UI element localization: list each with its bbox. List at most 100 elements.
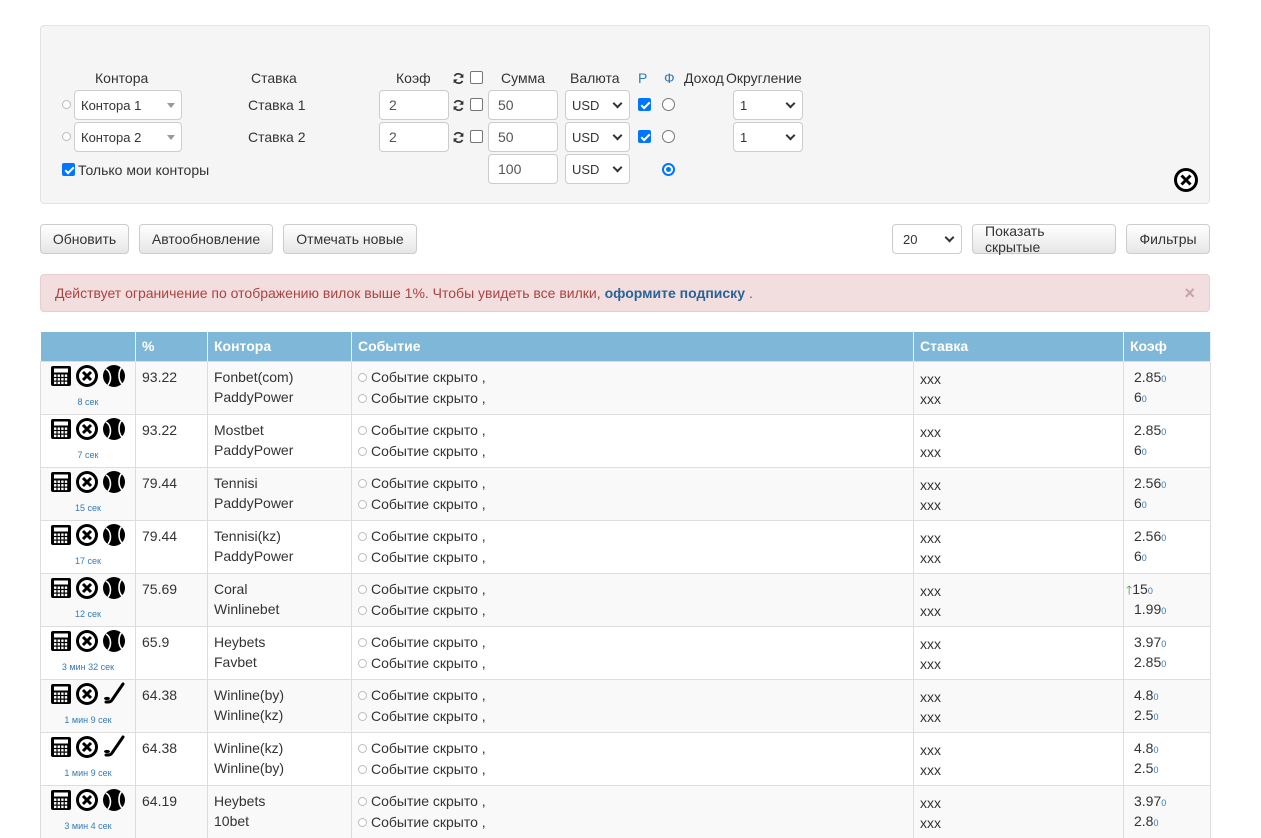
calculator-icon[interactable] xyxy=(50,789,72,816)
f-2-radio[interactable] xyxy=(662,130,675,143)
alert-close-icon[interactable]: × xyxy=(1184,283,1195,304)
coef-value[interactable]: 2.56 xyxy=(1134,473,1161,493)
event-radio[interactable] xyxy=(358,372,367,382)
bookmaker-name[interactable]: Winlinebet xyxy=(214,599,345,619)
hide-icon[interactable] xyxy=(75,364,99,393)
bookmaker-name[interactable]: Winline(by) xyxy=(214,758,345,778)
event-radio[interactable] xyxy=(358,499,367,509)
p-2-checkbox[interactable] xyxy=(638,130,651,143)
bookmaker-name[interactable]: Winline(kz) xyxy=(214,738,345,758)
show-hidden-button[interactable]: Показать скрытые xyxy=(972,223,1116,255)
refresh-button[interactable]: Обновить xyxy=(40,224,129,254)
bookmaker-1-radio[interactable] xyxy=(62,100,71,109)
bookmaker-name[interactable]: Tennisi xyxy=(214,473,345,493)
event-radio[interactable] xyxy=(358,637,367,647)
bookmaker-name[interactable]: Winline(kz) xyxy=(214,705,345,725)
bookmaker-name[interactable]: PaddyPower xyxy=(214,546,345,566)
refresh-icon[interactable] xyxy=(452,99,465,112)
refresh-icon[interactable] xyxy=(452,131,465,144)
coef-value[interactable]: 4.8 xyxy=(1134,685,1153,705)
event-radio[interactable] xyxy=(358,531,367,541)
event-radio[interactable] xyxy=(358,605,367,615)
event-radio[interactable] xyxy=(358,764,367,774)
bookmaker-name[interactable]: Tennisi(kz) xyxy=(214,526,345,546)
bookmaker-name[interactable]: Winline(by) xyxy=(214,685,345,705)
rounding-1-select[interactable]: 1 xyxy=(733,90,803,120)
bookmaker-name[interactable]: Mostbet xyxy=(214,420,345,440)
coef-value[interactable]: 2.8 xyxy=(1134,811,1153,831)
coef-value[interactable]: 6 xyxy=(1134,493,1142,513)
total-sum-input[interactable]: 100 xyxy=(488,154,558,184)
calculator-icon[interactable] xyxy=(50,418,72,445)
coef-value[interactable]: 3.97 xyxy=(1134,632,1161,652)
sum-2-input[interactable]: 50 xyxy=(488,122,558,152)
page-size-select[interactable]: 20 xyxy=(892,224,962,254)
mark-new-button[interactable]: Отмечать новые xyxy=(283,224,417,254)
coef-value[interactable]: 2.85 xyxy=(1134,367,1161,387)
bookmaker-name[interactable]: Coral xyxy=(214,579,345,599)
refresh-icon[interactable] xyxy=(452,72,465,85)
close-calculator-icon[interactable] xyxy=(1173,167,1199,193)
bookmaker-1-select[interactable]: Контора 1 xyxy=(74,90,182,120)
calculator-icon[interactable] xyxy=(50,630,72,657)
auto-refresh-button[interactable]: Автообновление xyxy=(139,224,273,254)
f-1-radio[interactable] xyxy=(662,98,675,111)
event-radio[interactable] xyxy=(358,552,367,562)
bookmaker-name[interactable]: PaddyPower xyxy=(214,387,345,407)
event-radio[interactable] xyxy=(358,658,367,668)
coef-value[interactable]: 2.85 xyxy=(1134,652,1161,672)
coef-value[interactable]: 2.85 xyxy=(1134,420,1161,440)
subscribe-link[interactable]: оформите подписку xyxy=(605,285,745,301)
calculator-icon[interactable] xyxy=(50,524,72,551)
event-radio[interactable] xyxy=(358,817,367,827)
sum-1-input[interactable]: 50 xyxy=(488,90,558,120)
calculator-icon[interactable] xyxy=(50,365,72,392)
coef-value[interactable]: 6 xyxy=(1134,546,1142,566)
bookmaker-name[interactable]: Favbet xyxy=(214,652,345,672)
currency-1-select[interactable]: USD xyxy=(565,90,630,120)
calculator-icon[interactable] xyxy=(50,577,72,604)
event-radio[interactable] xyxy=(358,690,367,700)
event-radio[interactable] xyxy=(358,393,367,403)
event-radio[interactable] xyxy=(358,796,367,806)
coef-value[interactable]: 2.5 xyxy=(1134,705,1153,725)
coef-all-checkbox[interactable] xyxy=(470,71,483,84)
coef-2-checkbox[interactable] xyxy=(470,130,483,143)
event-radio[interactable] xyxy=(358,478,367,488)
calculator-icon[interactable] xyxy=(50,683,72,710)
coef-2-input[interactable]: 2 xyxy=(379,122,449,152)
bookmaker-name[interactable]: PaddyPower xyxy=(214,493,345,513)
hide-icon[interactable] xyxy=(75,629,99,658)
coef-value[interactable]: 4.8 xyxy=(1134,738,1153,758)
hide-icon[interactable] xyxy=(75,523,99,552)
coef-value[interactable]: 3.97 xyxy=(1134,791,1161,811)
bookmaker-2-radio[interactable] xyxy=(62,132,71,141)
calculator-icon[interactable] xyxy=(50,471,72,498)
bookmaker-name[interactable]: Heybets xyxy=(214,632,345,652)
bookmaker-name[interactable]: PaddyPower xyxy=(214,440,345,460)
coef-1-checkbox[interactable] xyxy=(470,98,483,111)
hide-icon[interactable] xyxy=(75,417,99,446)
coef-value[interactable]: 6 xyxy=(1134,440,1142,460)
coef-value[interactable]: 2.5 xyxy=(1134,758,1153,778)
coef-value[interactable]: 6 xyxy=(1134,387,1142,407)
coef-value[interactable]: 15 xyxy=(1132,579,1148,599)
bookmaker-2-select[interactable]: Контора 2 xyxy=(74,122,182,152)
event-radio[interactable] xyxy=(358,446,367,456)
coef-value[interactable]: 1.99 xyxy=(1134,599,1161,619)
hide-icon[interactable] xyxy=(75,576,99,605)
bookmaker-name[interactable]: Fonbet(com) xyxy=(214,367,345,387)
hide-icon[interactable] xyxy=(75,682,99,711)
total-currency-select[interactable]: USD xyxy=(565,154,630,184)
event-radio[interactable] xyxy=(358,743,367,753)
currency-2-select[interactable]: USD xyxy=(565,122,630,152)
rounding-2-select[interactable]: 1 xyxy=(733,122,803,152)
bookmaker-name[interactable]: Heybets xyxy=(214,791,345,811)
filters-button[interactable]: Фильтры xyxy=(1126,224,1210,254)
event-radio[interactable] xyxy=(358,584,367,594)
hide-icon[interactable] xyxy=(75,788,99,817)
event-radio[interactable] xyxy=(358,425,367,435)
f-total-radio[interactable] xyxy=(662,163,675,176)
coef-1-input[interactable]: 2 xyxy=(379,90,449,120)
only-my-checkbox[interactable] xyxy=(62,163,75,176)
